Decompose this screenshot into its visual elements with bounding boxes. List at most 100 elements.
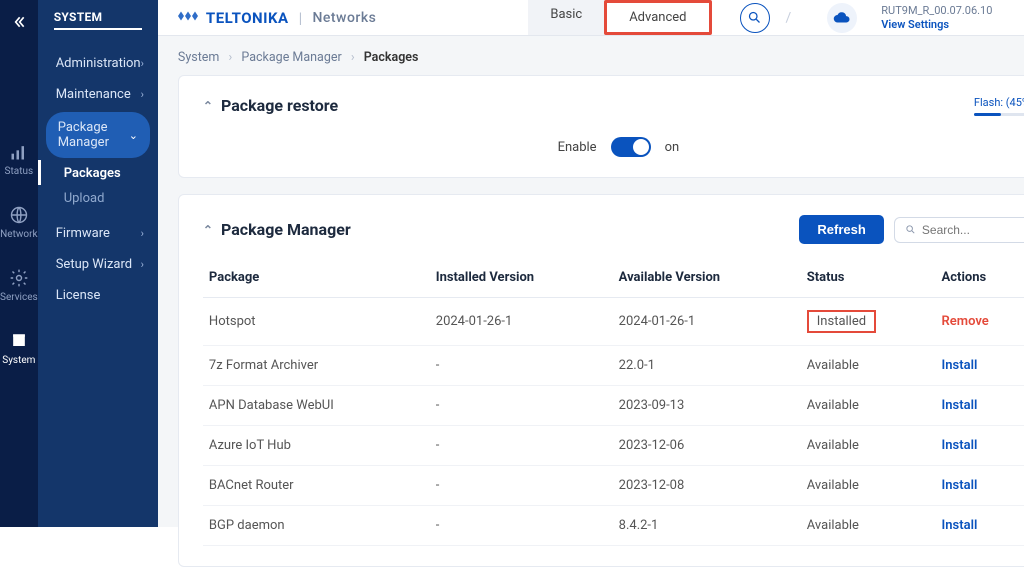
- cell-status: Available: [801, 466, 936, 506]
- sidebar-item-license[interactable]: License: [38, 280, 158, 311]
- crumb-package-manager[interactable]: Package Manager: [241, 50, 341, 65]
- rail-item-system[interactable]: System: [2, 331, 35, 366]
- cell-package: Azure IoT Hub: [203, 426, 430, 466]
- logo-icon: [176, 7, 200, 29]
- enable-toggle[interactable]: [611, 137, 651, 157]
- flash-usage: Flash: (45%): [974, 96, 1024, 116]
- cell-installed-version: -: [430, 426, 613, 466]
- mode-basic[interactable]: Basic: [528, 0, 604, 35]
- cell-status: Available: [801, 386, 936, 426]
- enable-label: Enable: [558, 140, 597, 155]
- rail-item-services[interactable]: Services: [0, 268, 38, 303]
- table-row: BACnet Router-2023-12-08Available Install: [203, 466, 1024, 506]
- search-icon: [905, 223, 916, 236]
- cell-installed-version: -: [430, 386, 613, 426]
- sidebar-sub-packages[interactable]: Packages: [38, 160, 158, 185]
- flash-bar: [974, 113, 1024, 116]
- col-actions: Actions: [936, 262, 1024, 298]
- cell-status: Available: [801, 426, 936, 466]
- chevron-right-icon: ›: [141, 227, 144, 240]
- table-row: Hotspot2024-01-26-12024-01-26-1Installed…: [203, 298, 1024, 346]
- action-link[interactable]: Install: [942, 398, 978, 413]
- col-package: Package: [203, 262, 430, 298]
- action-link[interactable]: Install: [942, 478, 978, 493]
- action-link[interactable]: Install: [942, 358, 978, 373]
- table-row: APN Database WebUI-2023-09-13Available In…: [203, 386, 1024, 426]
- cell-status: Available: [801, 506, 936, 546]
- cell-available-version: 2023-09-13: [613, 386, 801, 426]
- cell-action: Install: [936, 386, 1024, 426]
- table-row: BGP daemon-8.4.2-1Available Install: [203, 506, 1024, 546]
- cell-package: BGP daemon: [203, 506, 430, 546]
- cell-package: Hotspot: [203, 298, 430, 346]
- cell-package: BACnet Router: [203, 466, 430, 506]
- packages-table: Package Installed Version Available Vers…: [203, 262, 1024, 546]
- sidebar-item-package-manager[interactable]: Package Manager ⌄: [46, 112, 150, 158]
- search-shortcut: /: [786, 10, 792, 26]
- cell-installed-version: -: [430, 346, 613, 386]
- action-link[interactable]: Remove: [942, 314, 989, 329]
- chevron-down-icon: ⌄: [129, 129, 138, 142]
- package-search[interactable]: [894, 217, 1024, 243]
- rail-label: System: [2, 355, 35, 366]
- sidebar-sub-upload[interactable]: Upload: [38, 185, 158, 210]
- col-available-version: Available Version: [613, 262, 801, 298]
- cell-package: 7z Format Archiver: [203, 346, 430, 386]
- rail-label: Network: [0, 229, 37, 240]
- cell-available-version: 22.0-1: [613, 346, 801, 386]
- action-link[interactable]: Install: [942, 438, 978, 453]
- rail-label: Services: [0, 292, 38, 303]
- chevron-right-icon: ›: [141, 57, 144, 70]
- chevron-right-icon: ›: [141, 258, 144, 271]
- caret-up-icon: ⌃: [203, 99, 213, 113]
- topbar: TELTONIKA | Networks Basic Advanced / RU…: [158, 0, 1024, 36]
- sidebar-item-administration[interactable]: Administration ›: [38, 48, 158, 79]
- icon-rail: Status Network Services System: [0, 0, 38, 527]
- cell-action: Install: [936, 426, 1024, 466]
- crumb-current: Packages: [364, 50, 419, 65]
- package-search-input[interactable]: [922, 223, 1023, 237]
- breadcrumb: System › Package Manager › Packages: [158, 36, 1024, 75]
- sidebar: SYSTEM Administration › Maintenance › Pa…: [38, 0, 158, 527]
- package-manager-title[interactable]: ⌃ Package Manager: [203, 220, 351, 239]
- table-row: 7z Format Archiver-22.0-1Available Instal…: [203, 346, 1024, 386]
- cell-available-version: 2024-01-26-1: [613, 298, 801, 346]
- cell-available-version: 2023-12-08: [613, 466, 801, 506]
- cell-installed-version: -: [430, 506, 613, 546]
- mode-advanced[interactable]: Advanced: [604, 0, 711, 35]
- cell-action: Install: [936, 346, 1024, 386]
- cell-action: Remove: [936, 298, 1024, 346]
- cell-available-version: 8.4.2-1: [613, 506, 801, 546]
- cell-status: Available: [801, 346, 936, 386]
- brand-logo[interactable]: TELTONIKA | Networks: [176, 7, 376, 29]
- rail-item-status[interactable]: Status: [5, 142, 34, 177]
- cell-package: APN Database WebUI: [203, 386, 430, 426]
- sidebar-item-setup-wizard[interactable]: Setup Wizard ›: [38, 249, 158, 280]
- cell-status: Installed: [801, 298, 936, 346]
- sidebar-item-firmware[interactable]: Firmware ›: [38, 218, 158, 249]
- refresh-button[interactable]: Refresh: [799, 215, 883, 244]
- package-restore-card: Flash: (45%) ⌃ Package restore Enable on: [178, 75, 1024, 178]
- cell-installed-version: -: [430, 466, 613, 506]
- firmware-version: RUT9M_R_00.07.06.10: [881, 4, 992, 17]
- firmware-info: RUT9M_R_00.07.06.10 View Settings: [881, 4, 992, 30]
- search-button[interactable]: [740, 3, 770, 33]
- table-row: Azure IoT Hub-2023-12-06Available Install: [203, 426, 1024, 466]
- main-area: TELTONIKA | Networks Basic Advanced / RU…: [158, 0, 1024, 527]
- package-restore-title[interactable]: ⌃ Package restore: [203, 96, 974, 115]
- cell-action: Install: [936, 506, 1024, 546]
- sidebar-item-maintenance[interactable]: Maintenance ›: [38, 79, 158, 110]
- cell-action: Install: [936, 466, 1024, 506]
- cell-installed-version: 2024-01-26-1: [430, 298, 613, 346]
- rail-item-network[interactable]: Network: [0, 205, 37, 240]
- action-link[interactable]: Install: [942, 518, 978, 533]
- cloud-icon[interactable]: [827, 3, 857, 33]
- col-status: Status: [801, 262, 936, 298]
- caret-up-icon: ⌃: [203, 223, 213, 237]
- cell-available-version: 2023-12-06: [613, 426, 801, 466]
- crumb-system[interactable]: System: [178, 50, 219, 65]
- collapse-sidebar-icon[interactable]: [5, 8, 33, 40]
- package-manager-card: ⌃ Package Manager Refresh Package Instal…: [178, 194, 1024, 567]
- view-settings-link[interactable]: View Settings: [881, 18, 992, 31]
- chevron-right-icon: ›: [141, 88, 144, 101]
